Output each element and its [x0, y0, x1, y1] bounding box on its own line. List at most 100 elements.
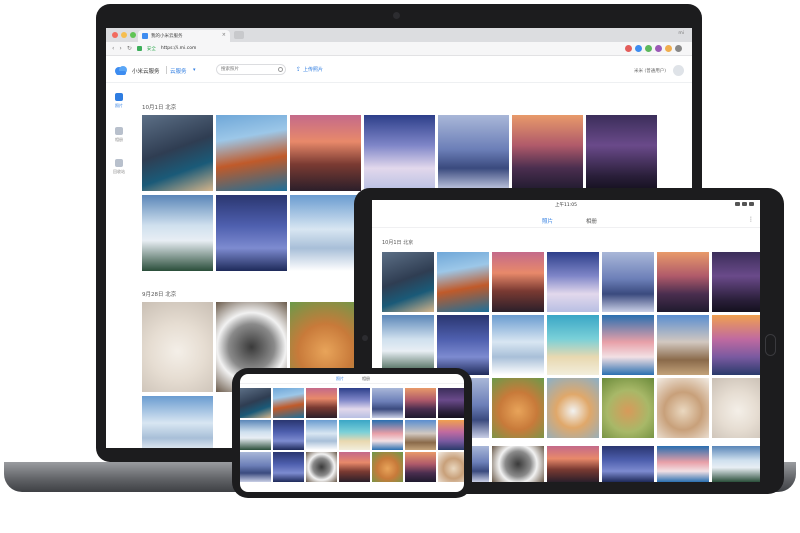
photo-thumbnail[interactable] [492, 378, 544, 438]
photo-thumbnail[interactable] [547, 315, 599, 375]
search-icon[interactable] [278, 67, 283, 72]
photo-thumbnail[interactable] [712, 446, 760, 482]
photo-thumbnail[interactable] [372, 420, 403, 450]
tab-albums[interactable]: 相册 [362, 376, 370, 382]
tab-close-icon[interactable]: × [222, 32, 226, 38]
photo-thumbnail[interactable] [492, 446, 544, 482]
photo-thumbnail[interactable] [290, 195, 361, 271]
extension-icon[interactable] [625, 45, 632, 52]
device-showcase: 我的小米云服务 × mi ‹ › ↻ 安全 https://i.mi.com 小… [0, 0, 800, 533]
photo-thumbnail[interactable] [602, 315, 654, 375]
photo-thumbnail[interactable] [405, 452, 436, 482]
photos-icon [115, 93, 123, 101]
photo-thumbnail[interactable] [492, 315, 544, 375]
photo-thumbnail[interactable] [306, 420, 337, 450]
photo-thumbnail[interactable] [142, 302, 213, 392]
app-header: 小米云服务 云服务 ▾ ⇪ 上传照片 米米 (普通用户) [106, 57, 692, 83]
photo-thumbnail[interactable] [438, 452, 464, 482]
photo-thumbnail[interactable] [547, 378, 599, 438]
photo-thumbnail[interactable] [273, 420, 304, 450]
browser-tab-bar: 我的小米云服务 × mi [106, 28, 692, 42]
photo-thumbnail[interactable] [405, 388, 436, 418]
photo-thumbnail[interactable] [382, 252, 434, 312]
photo-thumbnail[interactable] [657, 252, 709, 312]
photo-thumbnail[interactable] [382, 315, 434, 375]
photo-thumbnail[interactable] [372, 388, 403, 418]
photo-thumbnail[interactable] [547, 446, 599, 482]
back-button[interactable]: ‹ [112, 45, 114, 52]
photo-thumbnail[interactable] [438, 115, 509, 191]
photo-thumbnail[interactable] [602, 252, 654, 312]
extension-icon[interactable] [665, 45, 672, 52]
minimize-window-button[interactable] [121, 32, 127, 38]
photo-thumbnail[interactable] [602, 446, 654, 482]
status-bar: 上午11:05 [372, 200, 760, 210]
search-input[interactable] [216, 64, 286, 75]
photo-thumbnail[interactable] [438, 420, 464, 450]
photo-thumbnail[interactable] [405, 420, 436, 450]
reload-button[interactable]: ↻ [127, 45, 132, 52]
wifi-icon [742, 202, 747, 206]
photo-thumbnail[interactable] [586, 115, 657, 191]
photo-thumbnail[interactable] [712, 378, 760, 438]
menu-icon[interactable] [675, 45, 682, 52]
photo-thumbnail[interactable] [142, 115, 213, 191]
photo-thumbnail[interactable] [216, 115, 287, 191]
photo-thumbnail[interactable] [273, 388, 304, 418]
signal-icon [735, 202, 740, 206]
tab-photos[interactable]: 照片 [542, 217, 553, 225]
photo-thumbnail[interactable] [306, 388, 337, 418]
photo-thumbnail[interactable] [437, 252, 489, 312]
avatar[interactable] [673, 65, 684, 76]
extension-icon[interactable] [645, 45, 652, 52]
photo-thumbnail[interactable] [547, 252, 599, 312]
photo-thumbnail[interactable] [339, 388, 370, 418]
tablet-home-button[interactable] [765, 334, 776, 356]
user-info[interactable]: 米米 (普通用户) [634, 68, 666, 74]
photo-thumbnail[interactable] [216, 195, 287, 271]
new-tab-button[interactable] [234, 31, 244, 39]
nav-item-photos[interactable]: 照片 [106, 93, 132, 109]
nav-item-albums[interactable]: 相册 [106, 127, 132, 143]
photo-thumbnail[interactable] [290, 115, 361, 191]
photo-thumbnail[interactable] [306, 452, 337, 482]
nav-item-trash[interactable]: 回收站 [106, 159, 132, 175]
browser-tab[interactable]: 我的小米云服务 × [138, 30, 230, 42]
photo-thumbnail[interactable] [142, 396, 213, 448]
photo-thumbnail[interactable] [492, 252, 544, 312]
photo-thumbnail[interactable] [712, 315, 760, 375]
url-field[interactable]: https://i.mi.com [161, 46, 197, 51]
photo-thumbnail[interactable] [657, 446, 709, 482]
extension-icon[interactable] [635, 45, 642, 52]
photo-thumbnail[interactable] [602, 378, 654, 438]
photo-thumbnail[interactable] [438, 388, 464, 418]
chevron-down-icon[interactable]: ▾ [193, 67, 196, 73]
photo-thumbnail[interactable] [512, 115, 583, 191]
header-divider [166, 66, 167, 74]
maximize-window-button[interactable] [130, 32, 136, 38]
photo-thumbnail[interactable] [339, 452, 370, 482]
photo-thumbnail[interactable] [364, 115, 435, 191]
photo-thumbnail[interactable] [240, 452, 271, 482]
photo-thumbnail[interactable] [273, 452, 304, 482]
photo-thumbnail[interactable] [339, 420, 370, 450]
more-menu-icon[interactable]: ⋮ [748, 216, 754, 223]
left-nav: 照片 相册 回收站 [106, 83, 132, 448]
tab-albums[interactable]: 相册 [586, 217, 597, 225]
phone-screen: 照片 相册 [240, 374, 464, 492]
app-name: 小米云服务 [132, 69, 160, 75]
tab-photos[interactable]: 照片 [336, 376, 344, 382]
photo-thumbnail[interactable] [240, 388, 271, 418]
close-window-button[interactable] [112, 32, 118, 38]
photo-thumbnail[interactable] [240, 420, 271, 450]
photo-thumbnail[interactable] [372, 452, 403, 482]
photo-thumbnail[interactable] [712, 252, 760, 312]
upload-button[interactable]: ⇪ 上传照片 [296, 66, 323, 73]
photo-thumbnail[interactable] [657, 315, 709, 375]
photo-thumbnail[interactable] [142, 195, 213, 271]
extension-icon[interactable] [655, 45, 662, 52]
photo-thumbnail[interactable] [657, 378, 709, 438]
forward-button[interactable]: › [119, 45, 121, 52]
service-selector[interactable]: 云服务 [170, 67, 187, 75]
photo-thumbnail[interactable] [437, 315, 489, 375]
